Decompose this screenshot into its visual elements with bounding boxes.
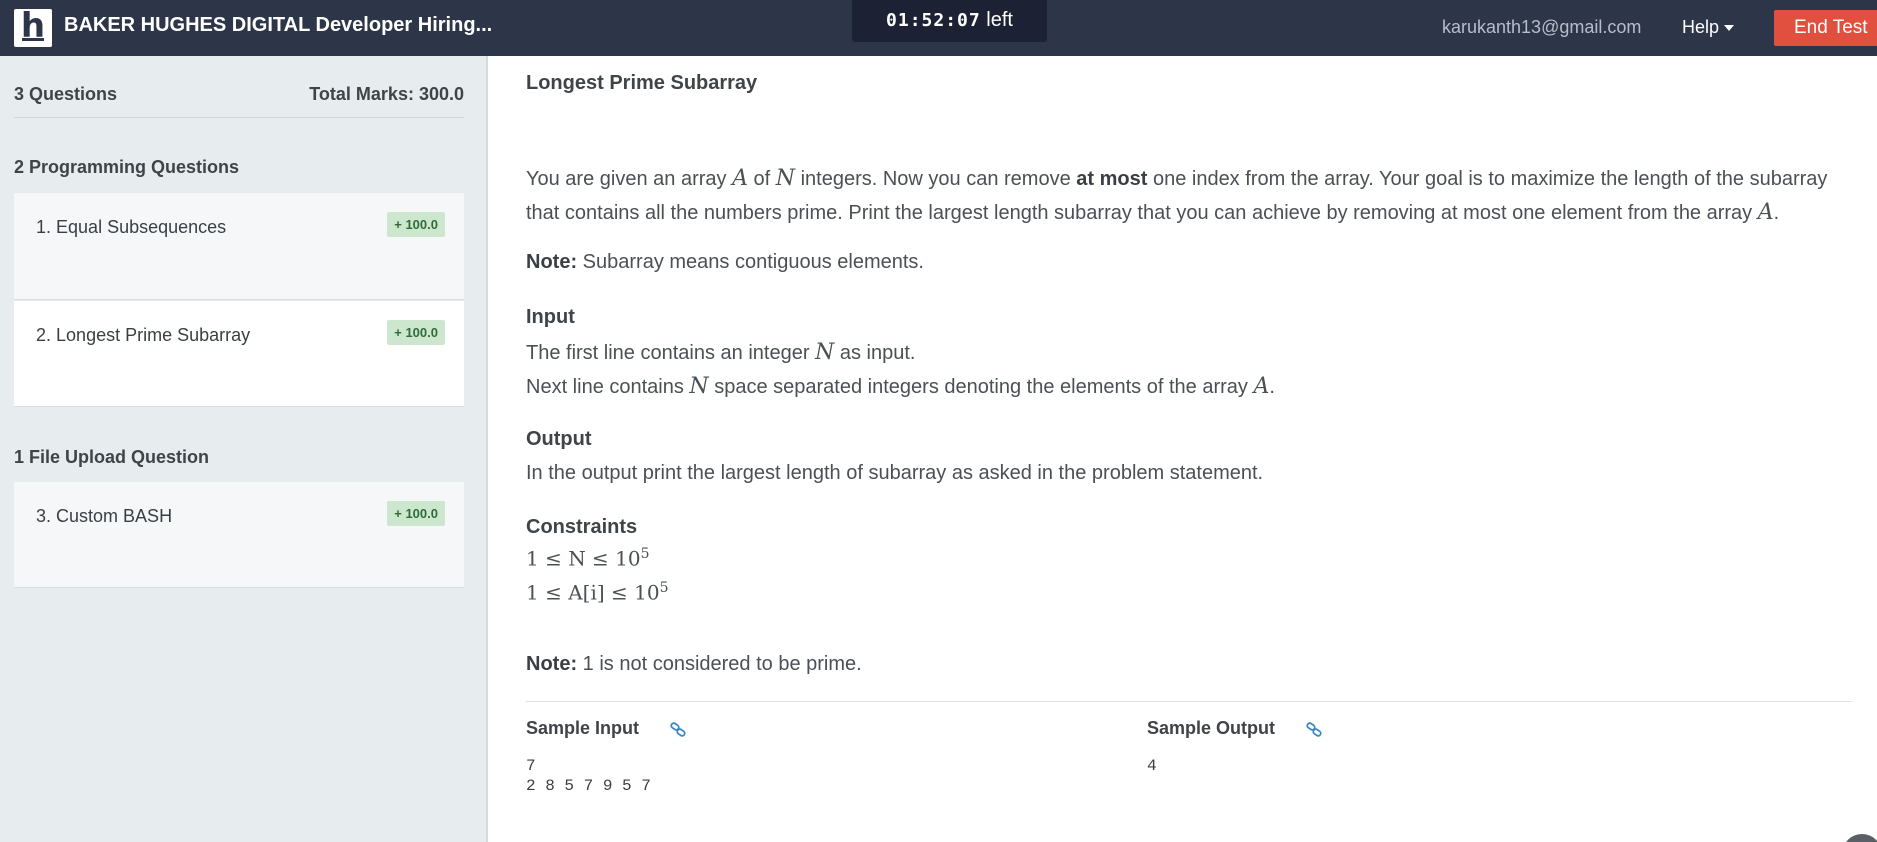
question-title: Custom BASH	[56, 506, 173, 526]
sample-output-value: 4	[1147, 757, 1157, 775]
countdown-timer: 01:52:07 left	[852, 0, 1047, 42]
exponent: 5	[659, 580, 669, 596]
hackerearth-logo[interactable]: h	[14, 6, 52, 47]
note-label: Note:	[526, 653, 578, 675]
text: You are given an array	[526, 168, 733, 190]
constraint-text: 1 ≤ N ≤ 10	[526, 546, 641, 571]
exponent: 5	[640, 546, 650, 562]
question-title: Equal Subsequences	[56, 217, 227, 237]
marks-badge: + 100.0	[387, 212, 445, 237]
emphasis-at-most: at most	[1076, 168, 1148, 190]
note-text: Subarray means contiguous elements.	[577, 251, 924, 273]
marks-badge: + 100.0	[387, 320, 445, 345]
note-prime: Note: 1 is not considered to be prime.	[526, 653, 862, 676]
timer-value: 01:52:07	[886, 10, 981, 31]
question-number: 2.	[36, 325, 52, 345]
question-title: Longest Prime Subarray	[56, 325, 251, 345]
constraint-1: 1 ≤ N ≤ 105	[526, 546, 650, 571]
questions-sidebar: 3 Questions Total Marks: 300.0 2 Program…	[0, 56, 488, 842]
timer-suffix: left	[986, 9, 1013, 31]
note-subarray: Note: Subarray means contiguous elements…	[526, 251, 924, 274]
math-var-n: N	[815, 340, 835, 365]
file-upload-section-title: 1 File Upload Question	[14, 447, 210, 467]
test-title: BAKER HUGHES DIGITAL Developer Hiring...	[64, 14, 493, 36]
permalink-icon[interactable]	[669, 722, 687, 738]
math-var-a: A	[1757, 200, 1774, 225]
math-var-n: N	[689, 374, 709, 399]
text: of	[747, 168, 776, 190]
text: space separated integers denoting the el…	[708, 376, 1254, 398]
output-text: In the output print the largest length o…	[526, 462, 1264, 484]
constraints-heading: Constraints	[526, 516, 638, 538]
marks-badge: + 100.0	[387, 501, 445, 526]
question-number: 3.	[36, 506, 52, 526]
programming-section-title: 2 Programming Questions	[14, 157, 240, 177]
note-label: Note:	[526, 251, 578, 273]
text: .	[1773, 202, 1780, 224]
end-test-button[interactable]: End Test	[1774, 10, 1877, 46]
help-label: Help	[1682, 17, 1720, 37]
help-dropdown[interactable]: Help	[1682, 17, 1735, 38]
sample-input-value: 7 2 8 5 7 9 5 7	[526, 757, 651, 795]
input-line-1: The first line contains an integer N as …	[526, 340, 915, 365]
question-count: 3 Questions	[14, 84, 118, 104]
sidebar-divider	[14, 117, 464, 118]
sample-output-heading: Sample Output	[1147, 718, 1276, 738]
permalink-icon[interactable]	[1305, 722, 1323, 738]
text: as input.	[834, 342, 916, 364]
question-label: 2. Longest Prime Subarray	[36, 325, 250, 346]
output-heading: Output	[526, 428, 592, 450]
constraint-text: 1 ≤ A[i] ≤ 10	[526, 580, 660, 605]
text: Next line contains	[526, 376, 690, 398]
text: .	[1269, 376, 1275, 398]
input-line-2: Next line contains N space separated int…	[526, 374, 1275, 399]
question-label: 3. Custom BASH	[36, 506, 172, 527]
total-marks: Total Marks: 300.0	[309, 84, 464, 104]
question-number: 1.	[36, 217, 52, 237]
math-var-a: A	[1253, 374, 1270, 399]
math-var-n: N	[775, 166, 796, 191]
problem-statement: Longest Prime Subarray You are given an …	[526, 56, 1852, 842]
question-item-1[interactable]: 1. Equal Subsequences + 100.0	[14, 193, 464, 300]
math-var-a: A	[732, 166, 748, 191]
caret-down-icon	[1724, 25, 1735, 32]
sample-divider	[526, 701, 1852, 702]
top-navbar: h BAKER HUGHES DIGITAL Developer Hiring.…	[0, 0, 1877, 56]
problem-description: You are given an array A of N integers. …	[526, 162, 1852, 230]
user-email: karukanth13@gmail.com	[1442, 17, 1642, 37]
problem-title: Longest Prime Subarray	[526, 72, 758, 94]
text: The first line contains an integer	[526, 342, 816, 364]
question-label: 1. Equal Subsequences	[36, 217, 226, 238]
text: integers. Now you can remove	[795, 168, 1077, 190]
logo-underline	[22, 38, 44, 41]
input-heading: Input	[526, 306, 575, 328]
sample-input-heading: Sample Input	[526, 718, 640, 738]
question-item-3[interactable]: 3. Custom BASH + 100.0	[14, 482, 464, 588]
note-text: 1 is not considered to be prime.	[577, 653, 862, 675]
constraint-2: 1 ≤ A[i] ≤ 105	[526, 580, 669, 605]
sidebar-summary: 3 Questions Total Marks: 300.0	[14, 84, 464, 105]
question-item-2[interactable]: 2. Longest Prime Subarray + 100.0	[14, 301, 464, 407]
